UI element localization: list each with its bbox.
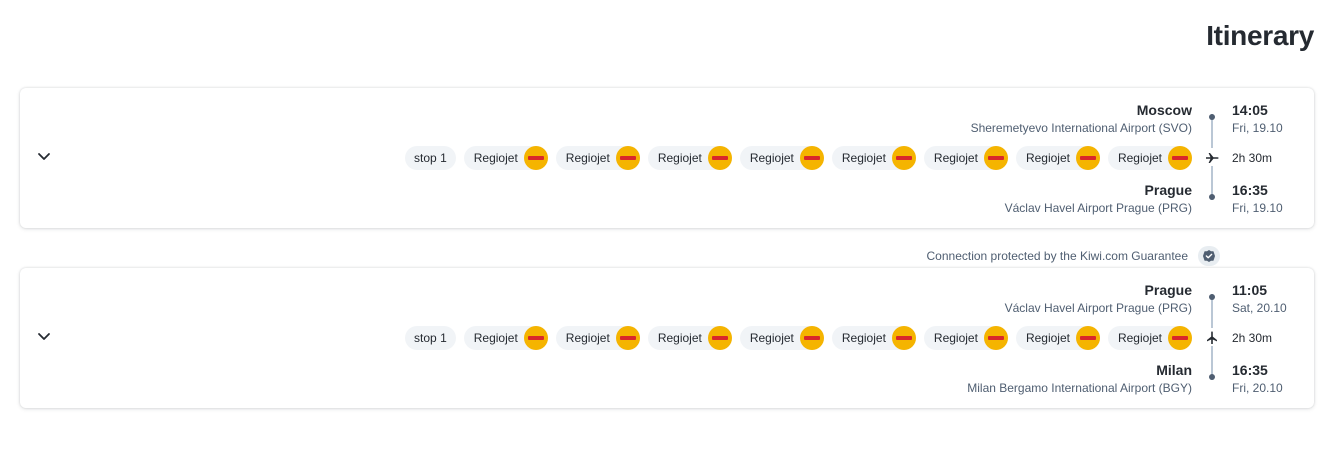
itinerary-segment-card[interactable]: Prague Václav Havel Airport Prague (PRG)…	[20, 268, 1314, 408]
carrier-name: Regiojet	[657, 151, 702, 165]
departure-date: Fri, 19.10	[1232, 121, 1283, 135]
carrier-chip: Regiojet	[555, 146, 640, 170]
carrier-name: Regiojet	[473, 151, 518, 165]
shield-check-icon[interactable]	[1198, 246, 1220, 266]
regiojet-logo	[1075, 326, 1100, 350]
carrier-name: Regiojet	[933, 331, 978, 345]
flight-duration: 2h 30m	[1232, 151, 1273, 165]
arrival-time: 16:35	[1232, 182, 1268, 198]
departure-time: 11:05	[1232, 282, 1268, 298]
regiojet-logo	[1075, 146, 1100, 170]
departure-time: 14:05	[1232, 102, 1268, 118]
arrival-time: 16:35	[1232, 362, 1268, 378]
carrier-chip: Regiojet	[555, 326, 640, 350]
regiojet-logo	[707, 146, 732, 170]
carrier-name: Regiojet	[749, 151, 794, 165]
carrier-chip: Regiojet	[463, 326, 548, 350]
regiojet-logo	[983, 146, 1008, 170]
departure-dot	[1209, 114, 1215, 120]
regiojet-logo	[1168, 326, 1192, 350]
regiojet-logo	[799, 326, 824, 350]
carrier-chip: Regiojet	[739, 146, 824, 170]
carrier-name: Regiojet	[473, 331, 518, 345]
carrier-chip: Regiojet	[923, 326, 1008, 350]
carrier-chip: Regiojet	[463, 146, 548, 170]
carrier-chips: stop 1 Regiojet Regiojet Regiojet Regioj…	[405, 146, 1192, 170]
origin-city: Moscow	[1136, 102, 1192, 118]
carrier-chip: Regiojet	[1107, 146, 1192, 170]
regiojet-logo	[891, 146, 916, 170]
carrier-name: Regiojet	[1117, 151, 1162, 165]
carrier-chip: Regiojet	[1015, 326, 1100, 350]
departure-dot	[1209, 294, 1215, 300]
destination-city: Milan	[1156, 362, 1192, 378]
carrier-name: Regiojet	[841, 331, 886, 345]
carrier-chips: stop 1 Regiojet Regiojet Regiojet Regioj…	[405, 326, 1192, 350]
carrier-name: Regiojet	[565, 151, 610, 165]
carrier-chip: Regiojet	[831, 326, 916, 350]
regiojet-logo	[523, 146, 548, 170]
stop-badge: stop 1	[405, 326, 456, 350]
origin-city: Prague	[1144, 282, 1192, 298]
carrier-chip: Regiojet	[739, 326, 824, 350]
regiojet-logo	[707, 326, 732, 350]
regiojet-logo	[615, 146, 640, 170]
origin-airport: Václav Havel Airport Prague (PRG)	[1004, 301, 1192, 315]
regiojet-logo	[523, 326, 548, 350]
destination-airport: Milan Bergamo International Airport (BGY…	[967, 381, 1192, 395]
regiojet-logo	[891, 326, 916, 350]
chevron-down-icon[interactable]	[36, 328, 52, 344]
carrier-chip: Regiojet	[647, 326, 732, 350]
page-title: Itinerary	[1206, 20, 1314, 51]
arrival-dot	[1209, 194, 1215, 200]
flight-duration: 2h 30m	[1232, 331, 1273, 345]
carrier-name: Regiojet	[1117, 331, 1162, 345]
carrier-chip: Regiojet	[831, 146, 916, 170]
carrier-name: Regiojet	[1025, 331, 1070, 345]
regiojet-logo	[983, 326, 1008, 350]
carrier-name: Regiojet	[749, 331, 794, 345]
arrival-date: Fri, 20.10	[1232, 381, 1283, 395]
carrier-chip: Regiojet	[1015, 146, 1100, 170]
regiojet-logo	[799, 146, 824, 170]
carrier-name: Regiojet	[1025, 151, 1070, 165]
departure-date: Sat, 20.10	[1232, 301, 1287, 315]
guarantee-text: Connection protected by the Kiwi.com Gua…	[926, 249, 1188, 263]
arrival-dot	[1209, 374, 1215, 380]
carrier-name: Regiojet	[657, 331, 702, 345]
carrier-chip: Regiojet	[647, 146, 732, 170]
regiojet-logo	[1168, 146, 1192, 170]
stop-badge: stop 1	[405, 146, 456, 170]
plane-icon	[1206, 153, 1219, 163]
carrier-name: Regiojet	[933, 151, 978, 165]
itinerary-segment-card[interactable]: Moscow Sheremetyevo International Airpor…	[20, 88, 1314, 228]
origin-airport: Sheremetyevo International Airport (SVO)	[970, 121, 1192, 135]
carrier-name: Regiojet	[841, 151, 886, 165]
destination-city: Prague	[1144, 182, 1192, 198]
regiojet-logo	[615, 326, 640, 350]
chevron-down-icon[interactable]	[36, 148, 52, 164]
destination-airport: Václav Havel Airport Prague (PRG)	[1004, 201, 1192, 215]
carrier-chip: Regiojet	[923, 146, 1008, 170]
plane-icon	[1207, 331, 1217, 344]
arrival-date: Fri, 19.10	[1232, 201, 1283, 215]
carrier-name: Regiojet	[565, 331, 610, 345]
carrier-chip: Regiojet	[1107, 326, 1192, 350]
